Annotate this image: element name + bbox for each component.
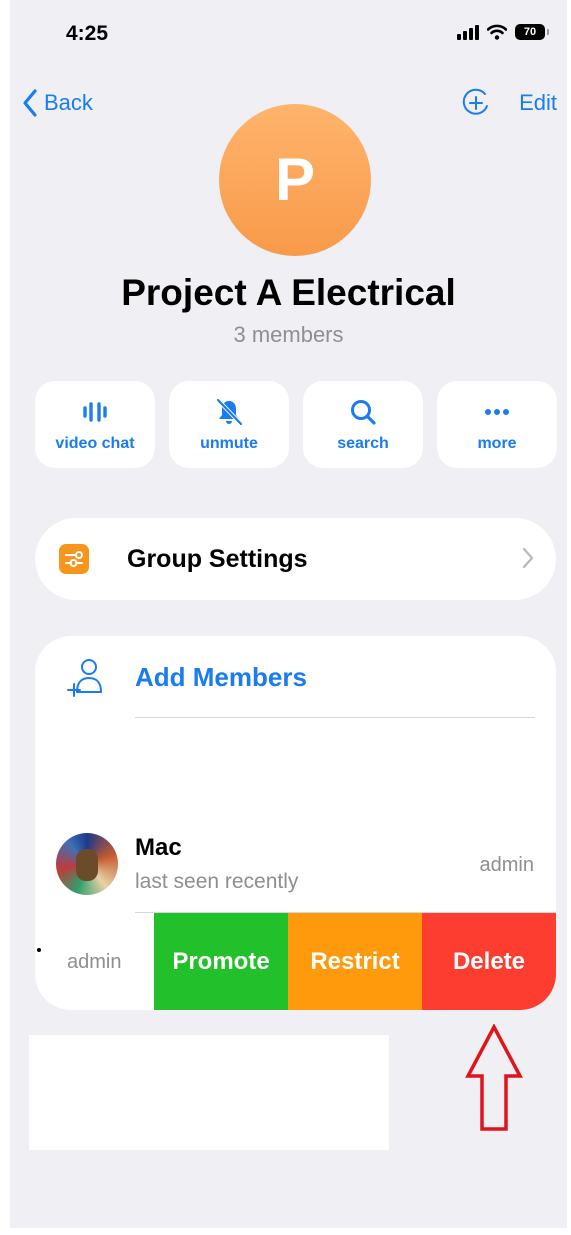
member-status: last seen recently	[135, 870, 299, 893]
members-card: Add Members Mac last seen recently admin…	[35, 636, 556, 1010]
nav-right: Edit	[461, 88, 557, 118]
add-members-label: Add Members	[135, 662, 307, 692]
status-time: 4:25	[66, 22, 109, 45]
action-label: more	[477, 434, 517, 452]
add-members-button[interactable]: Add Members	[35, 636, 556, 718]
group-avatar[interactable]: P	[219, 104, 371, 256]
search-icon	[351, 399, 376, 425]
more-button[interactable]: more	[437, 381, 557, 468]
action-label: unmute	[200, 434, 258, 452]
group-title: Project A Electrical	[121, 272, 456, 313]
member-row[interactable]: Mac last seen recently admin	[35, 826, 556, 913]
back-label: Back	[44, 90, 93, 115]
member-role: admin	[67, 951, 122, 973]
action-label: search	[337, 434, 389, 452]
search-button[interactable]: search	[303, 381, 423, 468]
stray-dot	[37, 948, 41, 952]
bell-muted-icon	[216, 397, 243, 426]
action-label: video chat	[55, 434, 135, 452]
add-circle-icon[interactable]	[461, 88, 491, 118]
screen: 4:25 70 Back Edit P Project A Electrical…	[10, 0, 567, 1228]
group-settings-label: Group Settings	[127, 544, 308, 573]
swiped-member-row[interactable]: admin Promote Restrict Delete	[35, 913, 556, 1010]
member-role: admin	[479, 854, 534, 876]
arrow-up-icon	[465, 1024, 523, 1131]
action-bar: video chat unmute search more	[35, 381, 557, 468]
wifi-icon	[487, 24, 507, 40]
edit-button[interactable]: Edit	[519, 90, 557, 116]
member-count: 3 members	[233, 322, 344, 347]
divider	[135, 717, 535, 718]
add-member-icon	[67, 659, 102, 697]
avatar	[56, 833, 118, 895]
more-icon	[485, 408, 509, 415]
group-settings-row[interactable]: Group Settings	[35, 518, 556, 600]
promote-button[interactable]: Promote	[154, 913, 288, 1010]
delete-button[interactable]: Delete	[422, 913, 556, 1010]
video-chat-button[interactable]: video chat	[35, 381, 155, 468]
restrict-button[interactable]: Restrict	[288, 913, 422, 1010]
chevron-left-icon	[23, 89, 37, 117]
member-name: Mac	[135, 834, 182, 861]
video-chat-icon	[83, 401, 107, 422]
status-icons: 70	[457, 24, 549, 40]
battery-icon: 70	[515, 24, 549, 40]
back-button[interactable]: Back	[22, 88, 93, 118]
signal-icon	[457, 24, 479, 40]
chevron-right-icon	[522, 547, 534, 569]
settings-sliders-icon	[59, 544, 89, 574]
redaction-box	[29, 1035, 389, 1150]
unmute-button[interactable]: unmute	[169, 381, 289, 468]
